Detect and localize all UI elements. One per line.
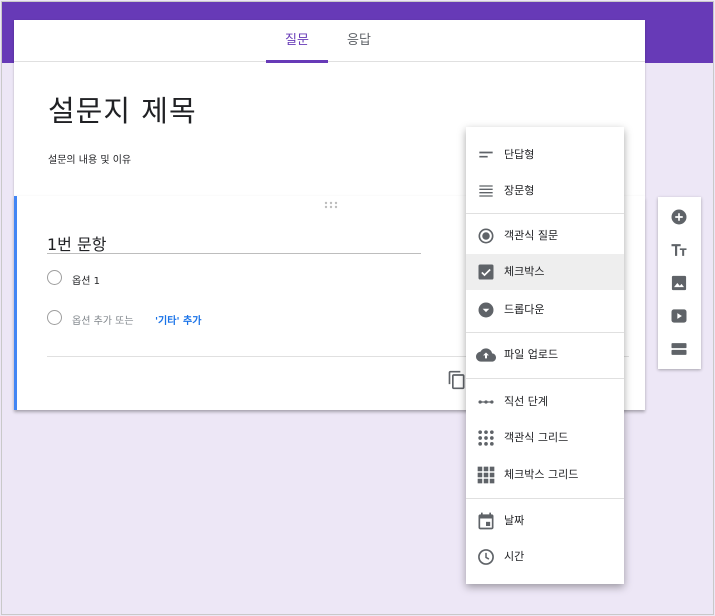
side-toolbar (658, 197, 701, 369)
menu-item-multiple-choice[interactable]: 객관식 질문 (466, 218, 624, 254)
paragraph-icon (479, 185, 493, 197)
form-title[interactable]: 설문지 제목 (48, 88, 197, 130)
clock-icon (478, 549, 494, 565)
active-tab-indicator (266, 60, 328, 63)
drag-handle-icon[interactable] (323, 200, 339, 210)
short-text-icon (479, 151, 493, 158)
question-title-input[interactable]: 1번 문항 (47, 228, 421, 254)
tab-questions-label: 질문 (285, 33, 309, 48)
linear-scale-icon (478, 400, 494, 404)
add-option-radio-icon (47, 310, 62, 325)
menu-item-multiple-choice-grid[interactable]: 객관식 그리드 (466, 420, 624, 456)
checkbox-grid-icon (477, 466, 495, 484)
dropdown-icon (478, 302, 494, 318)
menu-divider (466, 213, 624, 214)
menu-item-dropdown[interactable]: 드롭다운 (466, 292, 624, 328)
option-radio-icon (47, 270, 62, 285)
menu-item-label: 직선 단계 (504, 395, 548, 408)
menu-item-checkbox-grid[interactable]: 체크박스 그리드 (466, 457, 624, 493)
tab-questions[interactable]: 질문 (266, 20, 328, 63)
menu-item-file-upload[interactable]: 파일 업로드 (466, 337, 624, 373)
menu-item-paragraph[interactable]: 장문형 (466, 173, 624, 209)
menu-divider (466, 332, 624, 333)
menu-item-checkbox[interactable]: 체크박스 (466, 254, 624, 290)
cloud-upload-icon (476, 348, 496, 362)
checkbox-icon (478, 264, 494, 280)
menu-item-label: 객관식 질문 (504, 229, 559, 242)
video-icon[interactable] (669, 306, 689, 326)
menu-item-label: 시간 (504, 550, 525, 563)
radio-icon (478, 228, 494, 244)
image-icon[interactable] (669, 273, 689, 293)
menu-item-time[interactable]: 시간 (466, 539, 624, 575)
tab-responses-label: 응답 (347, 33, 371, 48)
menu-item-label: 드롭다운 (504, 303, 545, 316)
question-type-menu: 단답형 장문형 객관식 질문 체크박스 드롭다운 파일 업로드 직선 단계 객관… (466, 127, 624, 584)
add-circle-icon[interactable] (669, 207, 689, 227)
calendar-icon (478, 512, 494, 530)
section-icon[interactable] (669, 339, 689, 359)
menu-item-label: 객관식 그리드 (504, 431, 569, 444)
tab-bar: 질문 응답 (14, 20, 645, 63)
menu-item-label: 체크박스 (504, 265, 545, 278)
menu-divider (466, 498, 624, 499)
option-1-label[interactable]: 옵션 1 (72, 272, 100, 287)
menu-item-label: 장문형 (504, 184, 535, 197)
dot-grid-icon (478, 430, 494, 446)
add-other-link[interactable]: '기타' 추가 (155, 312, 201, 327)
add-option-link[interactable]: 옵션 추가 또는 (72, 312, 134, 327)
menu-item-short-answer[interactable]: 단답형 (466, 137, 624, 173)
menu-divider (466, 378, 624, 379)
tab-responses[interactable]: 응답 (328, 20, 390, 62)
menu-item-linear-scale[interactable]: 직선 단계 (466, 384, 624, 420)
menu-item-date[interactable]: 날짜 (466, 503, 624, 539)
menu-item-label: 날짜 (504, 514, 525, 527)
menu-item-label: 체크박스 그리드 (504, 468, 579, 481)
menu-item-label: 파일 업로드 (504, 348, 559, 361)
form-description[interactable]: 설문의 내용 및 이유 (48, 151, 131, 166)
title-text-icon[interactable] (669, 240, 689, 260)
menu-item-label: 단답형 (504, 148, 535, 161)
duplicate-icon[interactable] (447, 370, 467, 390)
